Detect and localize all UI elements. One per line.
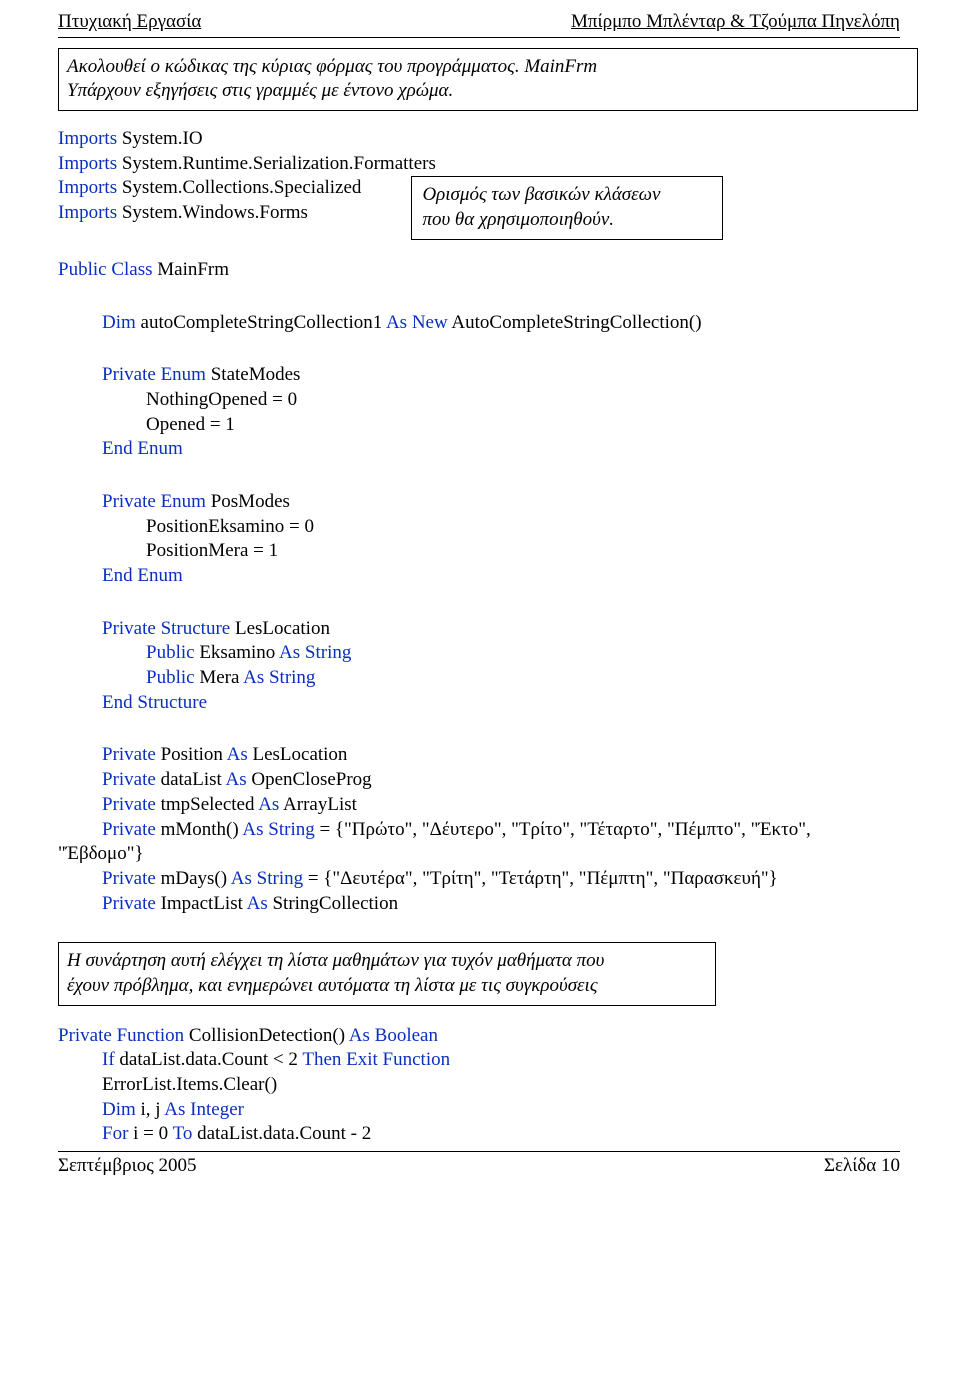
page-footer: Σεπτέμβριος 2005 Σελίδα 10 <box>58 1151 900 1179</box>
footer-left: Σεπτέμβριος 2005 <box>58 1154 196 1179</box>
intro-line-1: Ακολουθεί ο κώδικας της κύριας φόρμας το… <box>67 55 909 80</box>
struct-end: End Structure <box>58 691 900 716</box>
enum-statemodes-l2: Opened = 1 <box>58 413 900 438</box>
var-mdays: Private mDays() As String = {"Δευτέρα", … <box>58 867 900 892</box>
var-mmonth: Private mMonth() As String = {"Πρώτο", "… <box>58 818 900 843</box>
function-comment-box: Η συνάρτηση αυτή ελέγχει τη λίστα μαθημά… <box>58 942 716 1005</box>
var-tmpselected: Private tmpSelected As ArrayList <box>58 793 900 818</box>
func-line-1: If dataList.data.Count < 2 Then Exit Fun… <box>58 1048 900 1073</box>
import-runtime: Imports System.Runtime.Serialization.For… <box>58 152 900 177</box>
intro-box: Ακολουθεί ο κώδικας της κύριας φόρμας το… <box>58 48 918 111</box>
footer-right: Σελίδα 10 <box>824 1154 900 1179</box>
struct-field-1: Public Eksamino As String <box>58 641 900 666</box>
enum-statemodes-end: End Enum <box>58 437 900 462</box>
var-mmonth-cont: "Έβδομο"} <box>58 842 900 867</box>
side-comment-box: Ορισμός των βασικών κλάσεων που θα χρησι… <box>411 176 723 239</box>
func-decl: Private Function CollisionDetection() As… <box>58 1024 900 1049</box>
enum-posmodes: Private Enum PosModes <box>58 490 900 515</box>
page-header: Πτυχιακή Εργασία Μπίρμπο Μπλένταρ & Τζού… <box>58 10 900 38</box>
imports-block: Imports System.IO Imports System.Runtime… <box>58 127 900 240</box>
enum-statemodes-l1: NothingOpened = 0 <box>58 388 900 413</box>
header-left: Πτυχιακή Εργασία <box>58 10 201 35</box>
var-impactlist: Private ImpactList As StringCollection <box>58 892 900 917</box>
enum-posmodes-l1: PositionEksamino = 0 <box>58 515 900 540</box>
func-line-3: Dim i, j As Integer <box>58 1098 900 1123</box>
func-line-4: For i = 0 To dataList.data.Count - 2 <box>58 1122 900 1147</box>
enum-posmodes-l2: PositionMera = 1 <box>58 539 900 564</box>
imports-with-sidebox: Imports System.Collections.Specialized I… <box>58 176 900 239</box>
intro-line-2: Υπάρχουν εξηγήσεις στις γραμμές με έντον… <box>67 79 909 104</box>
import-collections: Imports System.Collections.Specialized <box>58 176 361 201</box>
enum-statemodes: Private Enum StateModes <box>58 363 900 388</box>
class-declaration: Public Class MainFrm <box>58 258 900 283</box>
enum-posmodes-end: End Enum <box>58 564 900 589</box>
header-right: Μπίρμπο Μπλένταρ & Τζούμπα Πηνελόπη <box>571 10 900 35</box>
var-datalist: Private dataList As OpenCloseProg <box>58 768 900 793</box>
var-position: Private Position As LesLocation <box>58 743 900 768</box>
struct-decl: Private Structure LesLocation <box>58 617 900 642</box>
import-forms: Imports System.Windows.Forms <box>58 201 361 226</box>
import-io: Imports System.IO <box>58 127 900 152</box>
dim-autocomplete: Dim autoCompleteStringCollection1 As New… <box>58 311 900 336</box>
struct-field-2: Public Mera As String <box>58 666 900 691</box>
func-line-2: ErrorList.Items.Clear() <box>58 1073 900 1098</box>
